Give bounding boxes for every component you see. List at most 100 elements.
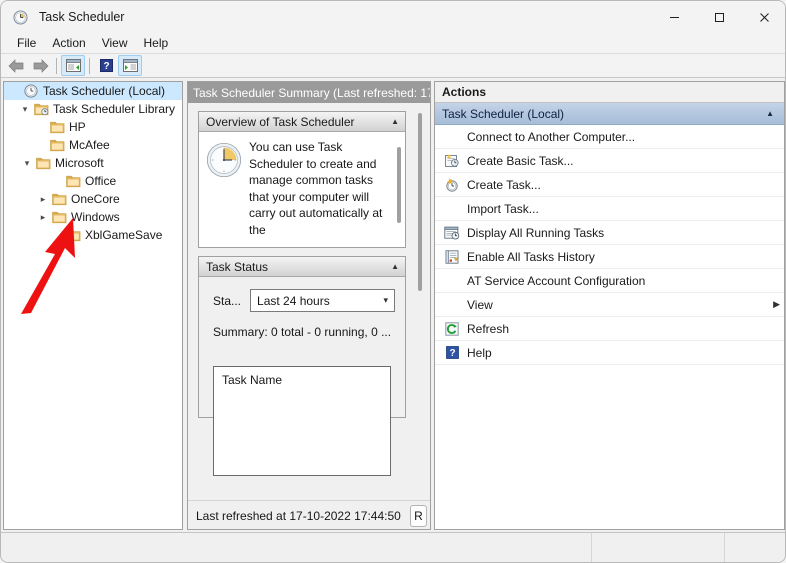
action-label: Help [467,345,492,360]
last-refreshed-label: Last refreshed at 17-10-2022 17:44:50 [196,508,401,523]
tree-item-task-scheduler-library[interactable]: ▾ Task Scheduler Library [4,100,182,118]
summary-scrollbar-thumb[interactable] [418,113,422,291]
chevron-none-icon: ▸ [50,173,64,189]
action-at-service-account-configuration[interactable]: AT Service Account Configuration [435,269,784,293]
chevron-none-icon: ▸ [34,119,48,135]
tree-item-windows-chevron[interactable]: ▸ [36,209,50,225]
minimize-button[interactable] [652,1,697,33]
task-status-card-header[interactable]: Task Status ▲ [199,257,405,277]
overview-card-header[interactable]: Overview of Task Scheduler ▲ [199,112,405,132]
summary-pane-header: Task Scheduler Summary (Last refreshed: … [188,82,430,103]
status-label: Sta... [213,293,242,308]
tree-item-label: Task Scheduler Library [53,102,176,116]
chevron-down-icon[interactable]: ▾ [20,155,34,171]
tree-item-xblgamesave[interactable]: ▸ XblGameSave [4,226,182,244]
library-folder-icon [32,101,50,117]
summary-scrollbar[interactable] [413,109,428,493]
menu-file[interactable]: File [9,34,44,52]
create-basic-task-icon [441,152,463,170]
no-icon [441,200,463,218]
task-status-card: Task Status ▲ Sta... Last 24 hours ▾ Sum… [198,256,406,476]
actions-pane-title: Actions [435,82,784,103]
task-status-filter-row: Sta... Last 24 hours ▾ [199,289,405,312]
time-range-value: Last 24 hours [257,293,330,308]
no-icon [441,296,463,314]
title-bar: Task Scheduler [1,1,785,33]
show-hide-action-pane-icon[interactable] [118,55,142,76]
action-create-task[interactable]: Create Task... [435,173,784,197]
overview-inner-scrollbar-thumb[interactable] [397,147,401,223]
action-label: Create Task... [467,177,541,192]
action-label: Enable All Tasks History [467,249,595,264]
window-title: Task Scheduler [39,10,125,24]
action-label: Import Task... [467,201,539,216]
action-label: Display All Running Tasks [467,225,605,240]
actions-pane: Actions Task Scheduler (Local) ▲ Connect… [434,81,785,530]
action-help[interactable]: ? Help [435,341,784,365]
collapse-triangle-icon[interactable]: ▲ [391,117,399,126]
tree-item-microsoft[interactable]: ▾ Microsoft [4,154,182,172]
show-hide-tree-icon[interactable] [61,55,85,76]
summary-pane-body: Overview of Task Scheduler ▲ You can use… [188,103,430,529]
tree-item-windows[interactable]: ▸ Windows [4,208,182,226]
forward-arrow-icon[interactable] [28,55,52,76]
chevron-right-icon[interactable]: ▸ [36,191,50,207]
create-task-icon [441,176,463,194]
folder-icon [50,191,68,207]
folder-icon [48,119,66,135]
tree-item-label: Microsoft [55,156,104,170]
toolbar-separator [56,57,57,74]
action-connect-to-another-computer[interactable]: Connect to Another Computer... [435,125,784,149]
window-controls [652,1,785,33]
console-tree-pane[interactable]: ▸ Task Scheduler (Local) ▾ [3,81,183,530]
task-status-summary: Summary: 0 total - 0 running, 0 ... [213,325,392,339]
action-display-all-running-tasks[interactable]: Display All Running Tasks [435,221,784,245]
clock-icon [12,9,28,25]
refresh-button[interactable]: R [410,505,427,527]
action-label: Refresh [467,321,510,336]
overview-inner-scrollbar[interactable] [394,139,405,247]
summary-footer: Last refreshed at 17-10-2022 17:44:50 R [188,500,430,529]
action-view[interactable]: View ▶ [435,293,784,317]
tree-item-office[interactable]: ▸ Office [4,172,182,190]
tree-item-label: Task Scheduler (Local) [43,84,166,98]
tree-item-hp[interactable]: ▸ HP [4,118,182,136]
action-label: AT Service Account Configuration [467,273,646,288]
tree-item-task-scheduler-local[interactable]: ▸ Task Scheduler (Local) [4,82,182,100]
action-enable-all-tasks-history[interactable]: Enable All Tasks History [435,245,784,269]
close-button[interactable] [742,1,785,33]
menu-help[interactable]: Help [136,34,177,52]
tree-item-label: HP [69,120,86,134]
column-header-task-name[interactable]: Task Name [214,367,390,387]
folder-icon [50,209,68,225]
action-import-task[interactable]: Import Task... [435,197,784,221]
task-status-card-title: Task Status [206,259,269,274]
clock-icon [22,83,40,99]
tree-item-onecore[interactable]: ▸ OneCore [4,190,182,208]
actions-group-header[interactable]: Task Scheduler (Local) ▲ [435,103,784,125]
help-icon[interactable]: ? [94,55,118,76]
enable-history-icon [441,248,463,266]
overview-card-body: You can use Task Scheduler to create and… [199,132,405,247]
overview-card: Overview of Task Scheduler ▲ You can use… [198,111,406,248]
status-segment-2 [592,533,725,562]
menu-action[interactable]: Action [44,34,93,52]
chevron-down-icon[interactable]: ▾ [18,101,32,117]
back-arrow-icon[interactable] [4,55,28,76]
tree-item-mcafee[interactable]: ▸ McAfee [4,136,182,154]
action-refresh[interactable]: Refresh [435,317,784,341]
menu-view[interactable]: View [94,34,136,52]
chevron-down-icon[interactable]: ▾ [383,295,388,306]
task-status-card-body: Sta... Last 24 hours ▾ Summary: 0 total … [199,277,405,476]
collapse-triangle-icon[interactable]: ▲ [766,109,774,118]
time-range-select[interactable]: Last 24 hours ▾ [250,289,395,312]
task-status-list[interactable]: Task Name [213,366,391,476]
action-create-basic-task[interactable]: Create Basic Task... [435,149,784,173]
no-icon [441,128,463,146]
tree-item-label: McAfee [69,138,110,152]
maximize-button[interactable] [697,1,742,33]
collapse-triangle-icon[interactable]: ▲ [391,262,399,271]
display-running-tasks-icon [441,224,463,242]
status-segment-3 [725,533,785,562]
toolbar: ? [1,54,785,78]
